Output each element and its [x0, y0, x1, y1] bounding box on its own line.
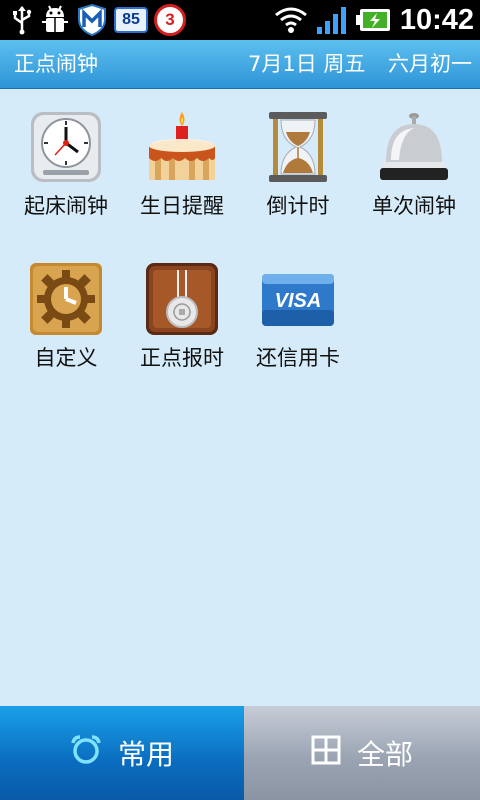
app-wake-alarm[interactable]: 起床闹钟 — [8, 102, 124, 242]
app-title: 正点闹钟 — [14, 52, 98, 76]
tab-all[interactable]: 全部 — [244, 706, 480, 800]
tab-common[interactable]: 常用 — [0, 706, 244, 800]
app-custom[interactable]: 自定义 — [8, 254, 124, 394]
alarm-count-badge: 3 — [154, 4, 186, 36]
app-label: 自定义 — [34, 346, 98, 370]
tab-all-label: 全部 — [356, 738, 413, 771]
status-bar-left: 85 3 — [10, 0, 186, 40]
app-label: 正点报时 — [140, 346, 224, 370]
android-debug-icon — [40, 4, 70, 36]
notification-count-badge: 85 — [114, 7, 148, 33]
status-bar: 85 3 10:42 — [0, 0, 480, 40]
app-countdown[interactable]: 倒计时 — [240, 102, 356, 242]
app-label: 单次闹钟 — [372, 194, 456, 218]
visa-card-icon: VISA — [261, 262, 335, 336]
alarm-clock-tab-icon — [70, 734, 102, 773]
service-bell-icon — [377, 110, 451, 184]
birthday-cake-icon — [145, 110, 219, 184]
app-label: 生日提醒 — [140, 194, 224, 218]
app-single-alarm[interactable]: 单次闹钟 — [356, 102, 472, 242]
svg-text:VISA: VISA — [275, 290, 322, 312]
lunar-date: 六月初一 — [388, 52, 472, 76]
app-hourly-chime[interactable]: 正点报时 — [124, 254, 240, 394]
gear-clock-icon — [29, 262, 103, 336]
hourglass-icon — [261, 110, 335, 184]
app-credit-card-repayment[interactable]: VISA 还信用卡 — [240, 254, 356, 394]
status-bar-right: 10:42 — [274, 0, 474, 40]
battery-charging-icon — [355, 7, 392, 33]
grid-icon — [311, 735, 341, 772]
security-shield-icon — [76, 3, 108, 37]
app-grid: 起床闹钟 生日提醒 倒计时 单次闹钟 自定义 正点报时 VISA 还信用卡 — [0, 96, 480, 696]
current-date: 7月1日 周五 — [248, 52, 366, 76]
clock-time: 10:42 — [399, 3, 474, 36]
signal-strength-icon — [316, 5, 348, 35]
app-label: 还信用卡 — [256, 346, 340, 370]
tab-common-label: 常用 — [117, 738, 174, 771]
app-birthday-reminder[interactable]: 生日提醒 — [124, 102, 240, 242]
alarm-clock-icon — [29, 110, 103, 184]
usb-icon — [10, 5, 34, 35]
title-bar: 正点闹钟 7月1日 周五 六月初一 — [0, 40, 480, 89]
app-label: 起床闹钟 — [24, 194, 108, 218]
bottom-tab-bar: 常用 全部 — [0, 706, 480, 800]
wifi-icon — [274, 6, 308, 34]
pendulum-clock-icon — [145, 262, 219, 336]
app-label: 倒计时 — [266, 194, 330, 218]
